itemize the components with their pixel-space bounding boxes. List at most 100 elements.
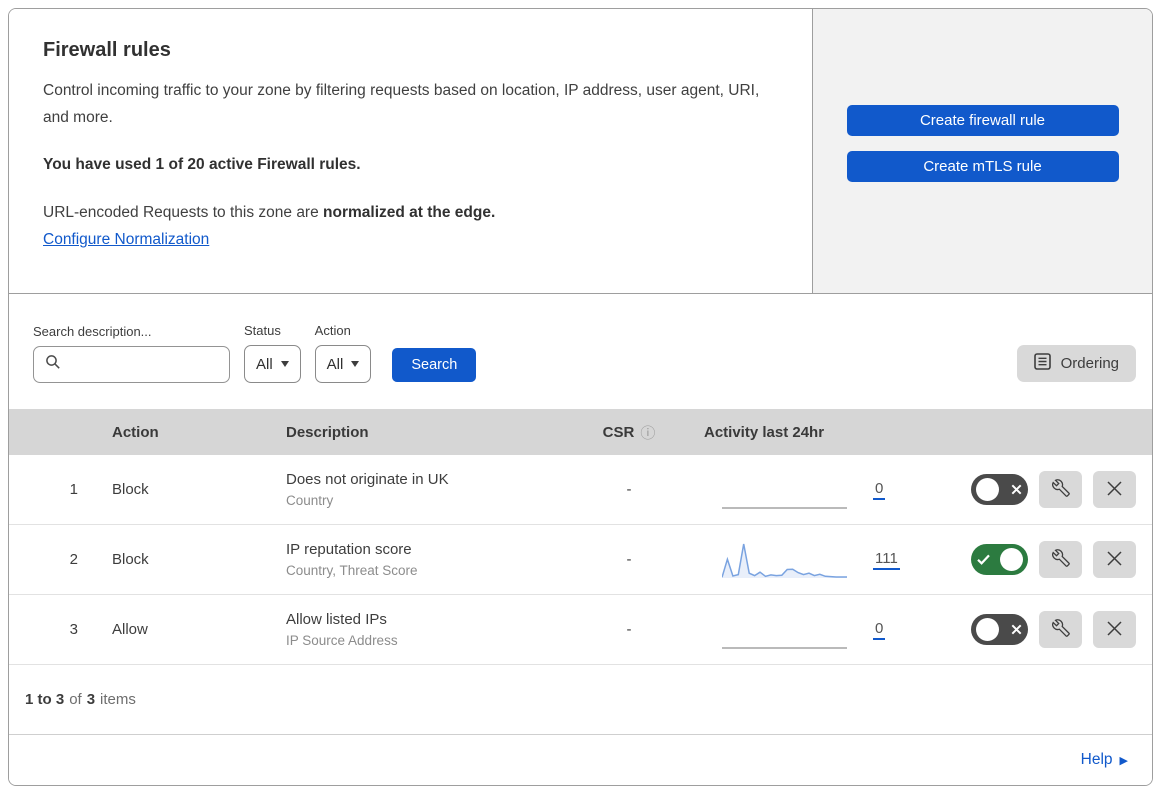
csr-header-label: CSR <box>602 423 635 441</box>
rule-action: Block <box>112 481 149 498</box>
firewall-rules-card: Firewall rules Control incoming traffic … <box>8 8 1153 786</box>
edit-rule-button[interactable] <box>1039 611 1082 648</box>
table-row: 3 Allow Allow listed IPs IP Source Addre… <box>9 595 1152 665</box>
rule-enabled-toggle[interactable] <box>971 474 1028 505</box>
items-total: 3 <box>86 691 96 708</box>
search-label: Search description... <box>33 324 152 339</box>
action-dropdown[interactable]: All <box>314 345 372 383</box>
search-input[interactable] <box>68 355 218 374</box>
rule-csr: - <box>626 621 632 638</box>
items-of: of <box>69 691 82 708</box>
intro-description: Control incoming traffic to your zone by… <box>43 82 760 127</box>
rule-controls <box>939 471 1152 508</box>
arrow-right-icon: ▶ <box>1119 754 1128 767</box>
rule-activity-cell: 0 <box>684 610 939 650</box>
filter-bar: Search description... Status All Action … <box>9 294 1152 409</box>
toggle-knob <box>976 478 999 501</box>
status-label: Status <box>244 323 281 338</box>
usage-note: You have used 1 of 20 active Firewall ru… <box>43 156 361 174</box>
rule-description-cell: IP reputation score Country, Threat Scor… <box>259 541 574 578</box>
activity-sparkline <box>722 610 847 650</box>
description-column-header: Description <box>286 423 369 441</box>
action-column-header: Action <box>112 423 159 441</box>
action-filter-group: Action All <box>314 323 372 383</box>
items-label: items <box>100 691 136 708</box>
action-dropdown-value: All <box>326 355 344 373</box>
activity-column-header: Activity last 24hr <box>704 423 825 441</box>
edit-rule-button[interactable] <box>1039 541 1082 578</box>
create-mtls-rule-button[interactable]: Create mTLS rule <box>846 151 1119 182</box>
ordering-button-label: Ordering <box>1060 355 1119 372</box>
activity-count-link[interactable]: 0 <box>873 620 886 640</box>
rule-description: IP reputation score <box>286 541 412 558</box>
delete-rule-button[interactable] <box>1093 471 1136 508</box>
rule-priority: 3 <box>69 621 78 638</box>
pagination-summary: 1 to 3 of 3 items <box>9 665 1152 735</box>
csr-column-header: CSR ⓘ <box>574 422 684 443</box>
activity-sparkline <box>722 470 847 510</box>
chevron-down-icon <box>351 361 360 367</box>
rule-controls <box>939 541 1152 578</box>
rule-priority: 2 <box>69 551 78 568</box>
normalization-note: URL-encoded Requests to this zone are no… <box>43 204 778 222</box>
x-icon <box>1009 484 1023 495</box>
ordering-button[interactable]: Ordering <box>1016 345 1136 382</box>
search-group: Search description... <box>33 324 230 383</box>
rule-criteria: IP Source Address <box>286 633 398 648</box>
edit-rule-button[interactable] <box>1039 471 1082 508</box>
items-range: 1 to 3 <box>25 691 65 708</box>
toggle-knob <box>976 618 999 641</box>
toggle-knob <box>1000 548 1023 571</box>
cta-panel: Create firewall rule Create mTLS rule <box>813 9 1152 293</box>
intro-panel: Firewall rules Control incoming traffic … <box>9 9 813 293</box>
rule-description: Allow listed IPs <box>286 611 387 628</box>
table-body: 1 Block Does not originate in UK Country… <box>9 455 1152 665</box>
delete-rule-button[interactable] <box>1093 541 1136 578</box>
delete-rule-button[interactable] <box>1093 611 1136 648</box>
rule-description-cell: Allow listed IPs IP Source Address <box>259 611 574 648</box>
page-title: Firewall rules <box>43 39 171 61</box>
top-section: Firewall rules Control incoming traffic … <box>9 9 1152 294</box>
rule-criteria: Country <box>286 493 334 508</box>
info-icon[interactable]: ⓘ <box>640 422 655 443</box>
status-dropdown-value: All <box>256 355 273 373</box>
help-link-label: Help <box>1080 751 1113 768</box>
close-icon <box>1106 480 1123 500</box>
status-filter-group: Status All <box>244 323 301 383</box>
close-icon <box>1106 550 1123 570</box>
help-row: Help ▶ <box>9 735 1152 785</box>
table-row: 2 Block IP reputation score Country, Thr… <box>9 525 1152 595</box>
help-link[interactable]: Help ▶ <box>1081 751 1128 769</box>
rule-criteria: Country, Threat Score <box>286 563 418 578</box>
rule-csr: - <box>626 551 632 568</box>
rule-enabled-toggle[interactable] <box>971 544 1028 575</box>
rule-description: Does not originate in UK <box>286 471 449 488</box>
rule-action: Block <box>112 551 149 568</box>
activity-count-link[interactable]: 0 <box>873 480 886 500</box>
rule-action: Allow <box>112 621 148 638</box>
wrench-icon <box>1051 619 1070 640</box>
activity-count-link[interactable]: 111 <box>873 550 900 570</box>
create-firewall-rule-button[interactable]: Create firewall rule <box>846 105 1119 136</box>
normalization-bold: normalized at the edge. <box>323 204 496 222</box>
activity-sparkline <box>721 540 847 580</box>
rule-priority: 1 <box>69 481 78 498</box>
close-icon <box>1106 620 1123 640</box>
rule-enabled-toggle[interactable] <box>971 614 1028 645</box>
table-row: 1 Block Does not originate in UK Country… <box>9 455 1152 525</box>
check-icon <box>976 554 990 565</box>
wrench-icon <box>1051 549 1070 570</box>
chevron-down-icon <box>280 361 289 367</box>
x-icon <box>1009 624 1023 635</box>
search-icon <box>45 354 61 375</box>
action-label: Action <box>314 323 351 338</box>
status-dropdown[interactable]: All <box>244 345 301 383</box>
configure-normalization-link[interactable]: Configure Normalization <box>43 231 209 249</box>
rule-csr: - <box>626 481 632 498</box>
table-header: Action Description CSR ⓘ Activity last 2… <box>9 409 1152 455</box>
wrench-icon <box>1051 479 1070 500</box>
rule-controls <box>939 611 1152 648</box>
search-button[interactable]: Search <box>392 348 477 382</box>
normalization-text: URL-encoded Requests to this zone are <box>43 204 324 222</box>
list-document-icon <box>1033 353 1051 374</box>
